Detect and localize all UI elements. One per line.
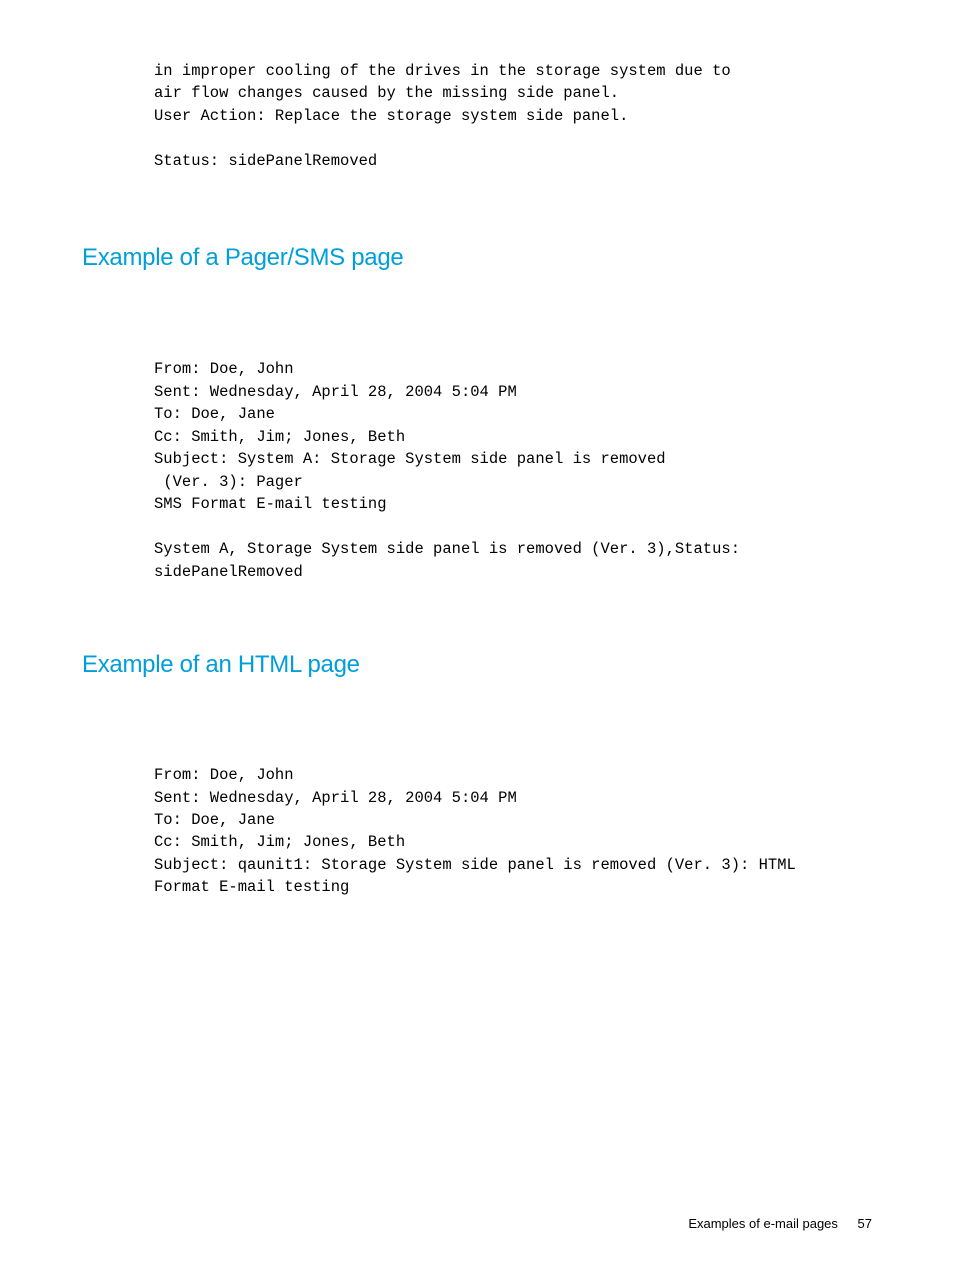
intro-line: air flow changes caused by the missing s…	[154, 84, 619, 102]
html-format: Format E-mail testing	[154, 878, 349, 896]
html-from: From: Doe, John	[154, 766, 294, 784]
heading-html: Example of an HTML page	[82, 651, 872, 679]
pager-body: System A, Storage System side panel is r…	[154, 540, 740, 558]
intro-block: in improper cooling of the drives in the…	[154, 60, 872, 172]
footer-label: Examples of e-mail pages	[688, 1216, 838, 1231]
page-footer: Examples of e-mail pages 57	[688, 1216, 872, 1231]
html-to: To: Doe, Jane	[154, 811, 275, 829]
footer-page-number: 57	[858, 1216, 872, 1231]
html-cc: Cc: Smith, Jim; Jones, Beth	[154, 833, 405, 851]
intro-line: Status: sidePanelRemoved	[154, 152, 377, 170]
pager-subject: Subject: System A: Storage System side p…	[154, 450, 666, 468]
pager-body: sidePanelRemoved	[154, 563, 303, 581]
html-block: From: Doe, John Sent: Wednesday, April 2…	[154, 764, 872, 899]
pager-from: From: Doe, John	[154, 360, 294, 378]
intro-line: in improper cooling of the drives in the…	[154, 62, 731, 80]
intro-line: User Action: Replace the storage system …	[154, 107, 628, 125]
pager-sent: Sent: Wednesday, April 28, 2004 5:04 PM	[154, 383, 517, 401]
html-sent: Sent: Wednesday, April 28, 2004 5:04 PM	[154, 789, 517, 807]
pager-format: SMS Format E-mail testing	[154, 495, 387, 513]
pager-block: From: Doe, John Sent: Wednesday, April 2…	[154, 358, 872, 583]
html-subject: Subject: qaunit1: Storage System side pa…	[154, 856, 796, 874]
pager-cc: Cc: Smith, Jim; Jones, Beth	[154, 428, 405, 446]
pager-to: To: Doe, Jane	[154, 405, 275, 423]
pager-subject-cont: (Ver. 3): Pager	[154, 473, 303, 491]
heading-pager-sms: Example of a Pager/SMS page	[82, 244, 872, 272]
